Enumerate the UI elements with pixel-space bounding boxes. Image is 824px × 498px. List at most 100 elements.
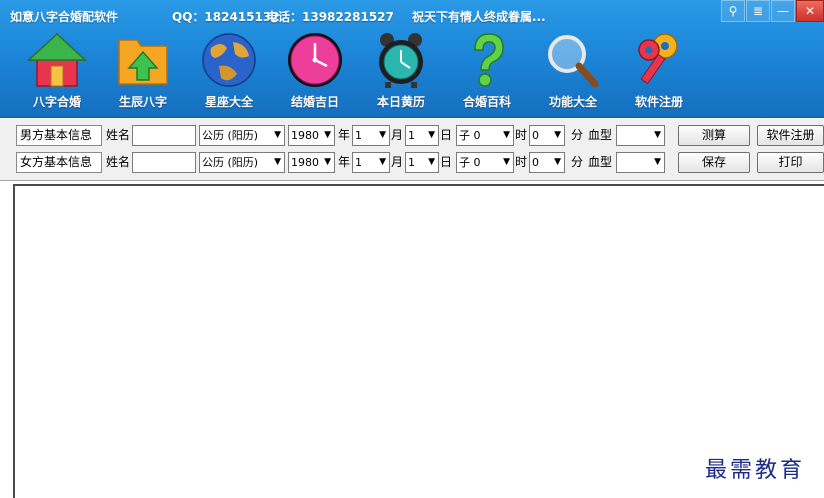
- day-value: 1: [408, 156, 415, 169]
- toolbar-label: 结婚吉日: [290, 95, 339, 109]
- day-unit: 日: [440, 128, 453, 142]
- male-info-label: 男方基本信息: [16, 125, 102, 146]
- slogan-text: 祝天下有情人终成眷属...: [412, 10, 546, 24]
- male-month-select[interactable]: 1 ▼: [352, 125, 390, 146]
- male-minute-select[interactable]: 0 ▼: [529, 125, 565, 146]
- toolbar-label: 软件注册: [634, 95, 683, 109]
- toolbar-item-bazi-marriage[interactable]: 八字合婚: [14, 30, 100, 114]
- toolbar-item-zodiac[interactable]: 星座大全: [186, 30, 272, 114]
- minute-unit: 分: [571, 155, 584, 169]
- toolbar-item-functions[interactable]: 功能大全: [530, 30, 616, 114]
- male-hour-select[interactable]: 子 0 ▼: [456, 125, 514, 146]
- month-unit: 月: [391, 128, 404, 142]
- toolbar-item-wedding-date[interactable]: 结婚吉日: [272, 30, 358, 114]
- name-label: 姓名: [106, 128, 131, 142]
- toolbar-item-register[interactable]: 软件注册: [616, 30, 702, 114]
- magnifier-icon: [548, 35, 599, 88]
- male-info-row: 男方基本信息 姓名 公历 (阳历) ▼ 1980 ▼ 年 1 ▼ 月 1 ▼ 日 子 0…: [16, 123, 824, 147]
- toolbar-item-almanac[interactable]: 本日黄历: [358, 30, 444, 114]
- female-info-label: 女方基本信息: [16, 152, 102, 173]
- female-name-input[interactable]: [132, 152, 196, 173]
- toolbar-label: 星座大全: [204, 95, 253, 109]
- month-value: 1: [355, 156, 362, 169]
- toolbar-label: 本日黄历: [376, 95, 425, 109]
- chevron-down-icon: ▼: [428, 130, 435, 140]
- male-blood-select[interactable]: ▼: [616, 125, 665, 146]
- hour-value: 子 0: [459, 129, 481, 142]
- toolbar-item-birth-bazi[interactable]: 生辰八字: [100, 30, 186, 114]
- female-info-row: 女方基本信息 姓名 公历 (阳历) ▼ 1980 ▼ 年 1 ▼ 月 1 ▼ 日 子 0…: [16, 150, 824, 174]
- chevron-down-icon: ▼: [324, 157, 331, 167]
- window-controls: ⚲ ≣ — ✕: [720, 0, 824, 26]
- close-button[interactable]: ✕: [796, 0, 824, 22]
- header-banner: 如意八字合婚配软件 QQ：182415132 电话：13982281527 祝天…: [0, 0, 824, 118]
- folder-up-icon: [118, 39, 168, 85]
- chevron-down-icon: ▼: [654, 130, 661, 140]
- clock-icon: [288, 33, 342, 87]
- blood-label: 血型: [588, 155, 613, 169]
- toolbar-label: 功能大全: [548, 95, 597, 109]
- input-form: 男方基本信息 姓名 公历 (阳历) ▼ 1980 ▼ 年 1 ▼ 月 1 ▼ 日 子 0…: [0, 119, 824, 181]
- chevron-down-icon: ▼: [379, 130, 386, 140]
- keys-icon: [638, 33, 678, 85]
- year-unit: 年: [338, 155, 351, 169]
- month-value: 1: [355, 129, 362, 142]
- question-icon: [474, 33, 504, 87]
- day-unit: 日: [440, 155, 453, 169]
- chevron-down-icon: ▼: [503, 130, 510, 140]
- title-bar: 如意八字合婚配软件 QQ：182415132 电话：13982281527 祝天…: [0, 0, 824, 28]
- toolbar-label: 生辰八字: [118, 95, 167, 109]
- female-year-select[interactable]: 1980 ▼: [288, 152, 335, 173]
- watermark-text: 最需教育: [705, 458, 806, 483]
- chevron-down-icon: ▼: [379, 157, 386, 167]
- toolbar-item-encyclopedia[interactable]: 合婚百科: [444, 30, 530, 114]
- print-button[interactable]: 打印: [757, 152, 824, 173]
- menu-icon[interactable]: ≣: [746, 0, 770, 22]
- female-month-select[interactable]: 1 ▼: [352, 152, 390, 173]
- toolbar-label: 八字合婚: [32, 95, 81, 109]
- female-minute-select[interactable]: 0 ▼: [529, 152, 565, 173]
- pin-icon[interactable]: ⚲: [721, 0, 745, 22]
- globe-icon: [202, 33, 256, 87]
- minute-value: 0: [532, 129, 539, 142]
- hour-unit: 时: [515, 128, 528, 142]
- calendar-value: 公历 (阳历): [202, 129, 259, 142]
- male-day-select[interactable]: 1 ▼: [405, 125, 439, 146]
- male-year-select[interactable]: 1980 ▼: [288, 125, 335, 146]
- register-button[interactable]: 软件注册: [757, 125, 824, 146]
- female-calendar-select[interactable]: 公历 (阳历) ▼: [199, 152, 285, 173]
- chevron-down-icon: ▼: [554, 157, 561, 167]
- female-hour-select[interactable]: 子 0 ▼: [456, 152, 514, 173]
- minimize-button[interactable]: —: [771, 0, 795, 22]
- hour-value: 子 0: [459, 156, 481, 169]
- chevron-down-icon: ▼: [274, 157, 281, 167]
- chevron-down-icon: ▼: [554, 130, 561, 140]
- chevron-down-icon: ▼: [428, 157, 435, 167]
- year-unit: 年: [338, 128, 351, 142]
- male-calendar-select[interactable]: 公历 (阳历) ▼: [199, 125, 285, 146]
- result-text-area[interactable]: [13, 184, 824, 498]
- phone-contact: 电话：13982281527: [266, 10, 394, 24]
- blood-label: 血型: [588, 128, 613, 142]
- chevron-down-icon: ▼: [503, 157, 510, 167]
- house-icon: [27, 32, 87, 87]
- minute-value: 0: [532, 156, 539, 169]
- hour-unit: 时: [515, 155, 528, 169]
- calculate-button[interactable]: 测算: [678, 125, 750, 146]
- toolbar-label: 合婚百科: [462, 95, 511, 109]
- name-label: 姓名: [106, 155, 131, 169]
- month-unit: 月: [391, 155, 404, 169]
- chevron-down-icon: ▼: [654, 157, 661, 167]
- main-toolbar: 八字合婚 生辰八字 星座大全 结婚吉日 本日黄历 合婚百科 功能大全 软件注册: [14, 30, 702, 116]
- calendar-value: 公历 (阳历): [202, 156, 259, 169]
- female-blood-select[interactable]: ▼: [616, 152, 665, 173]
- female-day-select[interactable]: 1 ▼: [405, 152, 439, 173]
- chevron-down-icon: ▼: [324, 130, 331, 140]
- alarm-clock-icon: [379, 33, 423, 88]
- male-name-input[interactable]: [132, 125, 196, 146]
- chevron-down-icon: ▼: [274, 130, 281, 140]
- day-value: 1: [408, 129, 415, 142]
- app-window: 如意八字合婚配软件 QQ：182415132 电话：13982281527 祝天…: [0, 0, 824, 498]
- minute-unit: 分: [571, 128, 584, 142]
- save-button[interactable]: 保存: [678, 152, 750, 173]
